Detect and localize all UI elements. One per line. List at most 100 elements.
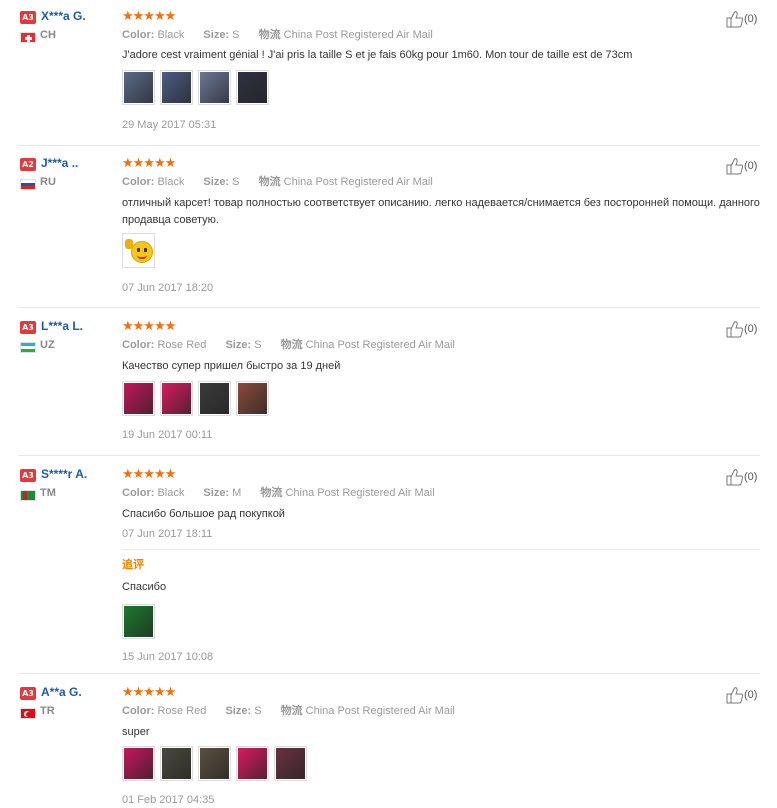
flag-uzbekistan-icon [20, 342, 36, 354]
review-photo[interactable] [274, 746, 307, 781]
reviewer-name[interactable]: J***a .. [41, 157, 78, 170]
review-divider [18, 145, 760, 146]
order-info: Color: Black Size: S 物流 China Post Regis… [122, 175, 433, 189]
review-divider [18, 673, 760, 674]
reviewer-info: A3 L***a L. UZ [20, 320, 115, 354]
flag-turkmenistan-icon [20, 490, 36, 502]
size-value: S [232, 29, 240, 41]
review-photos [122, 233, 155, 268]
reviewer-name[interactable]: A**a G. [41, 686, 82, 699]
reviewer-name[interactable]: L***a L. [41, 320, 83, 333]
reviewer-country: TR [20, 705, 55, 720]
thumbs-up-icon [726, 468, 744, 486]
country-code: RU [40, 176, 56, 188]
review-photo[interactable] [122, 70, 155, 105]
review-photo[interactable] [198, 746, 231, 781]
followup-text: Спасибо [122, 581, 167, 593]
like-count: (0) [744, 471, 758, 483]
shipping-value: China Post Registered Air Mail [283, 29, 433, 41]
smiley-thumbs-up-icon [124, 235, 153, 266]
like-count: (0) [744, 323, 758, 335]
review-divider [18, 455, 760, 456]
level-badge: A3 [20, 321, 36, 335]
review-date: 01 Feb 2017 04:35 [122, 794, 215, 806]
reviewer-name[interactable]: S****r A. [41, 468, 87, 481]
level-badge: A3 [20, 11, 36, 25]
review-photos [122, 70, 269, 105]
like-button[interactable]: (0) [726, 686, 757, 704]
like-count: (0) [744, 160, 758, 172]
review-date: 07 Jun 2017 18:20 [122, 282, 214, 294]
review-photo[interactable] [160, 746, 193, 781]
flag-turkey-icon [20, 708, 36, 720]
color-value: Rose Red [157, 705, 207, 717]
reviewer-country: TM [20, 487, 56, 502]
star-rating: ★★★★★ [122, 685, 176, 700]
review-photo[interactable] [236, 746, 269, 781]
review-photo[interactable] [160, 381, 193, 416]
country-code: CH [40, 29, 56, 41]
star-rating: ★★★★★ [122, 9, 176, 24]
level-badge: A2 [20, 158, 36, 172]
like-count: (0) [744, 13, 758, 25]
color-label: Color: [122, 29, 155, 41]
color-value: Rose Red [157, 339, 207, 351]
review-divider [18, 307, 760, 308]
star-rating: ★★★★★ [122, 319, 176, 334]
review-photo[interactable] [236, 381, 269, 416]
followup-date: 15 Jun 2017 10:08 [122, 651, 214, 663]
color-value: Black [157, 29, 185, 41]
shipping-value: China Post Registered Air Mail [285, 487, 435, 499]
review-photo[interactable] [122, 233, 155, 268]
like-button[interactable]: (0) [726, 468, 757, 486]
review-photo[interactable] [236, 70, 269, 105]
color-label: Color: [122, 705, 155, 717]
color-value: Black [157, 487, 185, 499]
thumbs-up-icon [726, 320, 744, 338]
country-code: UZ [40, 339, 55, 351]
review-photo[interactable] [122, 746, 155, 781]
review-date: 19 Jun 2017 00:11 [122, 429, 213, 441]
like-button[interactable]: (0) [726, 10, 757, 28]
size-label: Size: [203, 176, 230, 188]
review-photo[interactable] [160, 70, 193, 105]
review-photo[interactable] [122, 604, 155, 639]
like-button[interactable]: (0) [726, 320, 757, 338]
color-label: Color: [122, 487, 155, 499]
order-info: Color: Rose Red Size: S 物流 China Post Re… [122, 704, 455, 718]
review-text: Качество супер пришел быстро за 19 дней [122, 360, 341, 372]
thumbs-up-icon [726, 157, 744, 175]
size-value: S [232, 176, 240, 188]
size-value: S [254, 339, 262, 351]
reviewer-info: A3 A**a G. TR [20, 686, 115, 720]
reviewer-country: UZ [20, 339, 55, 354]
thumbs-up-icon [726, 686, 744, 704]
size-label: Size: [225, 339, 252, 351]
review-text: J'adore cest vraiment génial ! J'ai pris… [122, 49, 633, 61]
star-rating: ★★★★★ [122, 467, 176, 482]
shipping-value: China Post Registered Air Mail [305, 705, 455, 717]
order-info: Color: Black Size: M 物流 China Post Regis… [122, 486, 435, 500]
reviewer-info: A3 S****r A. TM [20, 468, 115, 502]
review-photos [122, 746, 307, 781]
shipping-label: 物流 [280, 339, 303, 351]
order-info: Color: Black Size: S 物流 China Post Regis… [122, 28, 433, 42]
star-rating: ★★★★★ [122, 156, 176, 171]
flag-switzerland-icon [20, 32, 36, 44]
review-date: 07 Jun 2017 18:11 [122, 528, 213, 540]
flag-russia-icon [20, 179, 36, 191]
review-photo[interactable] [122, 381, 155, 416]
shipping-label: 物流 [260, 487, 283, 499]
size-label: Size: [203, 29, 230, 41]
size-label: Size: [225, 705, 252, 717]
review-photo[interactable] [198, 70, 231, 105]
country-code: TR [40, 705, 55, 717]
review-photo[interactable] [198, 381, 231, 416]
reviewer-name[interactable]: X***a G. [41, 10, 86, 23]
size-value: M [232, 487, 242, 499]
review-text: super [122, 726, 150, 738]
like-button[interactable]: (0) [726, 157, 757, 175]
level-badge: A3 [20, 469, 36, 483]
reviewer-country: CH [20, 29, 56, 44]
like-count: (0) [744, 689, 758, 701]
